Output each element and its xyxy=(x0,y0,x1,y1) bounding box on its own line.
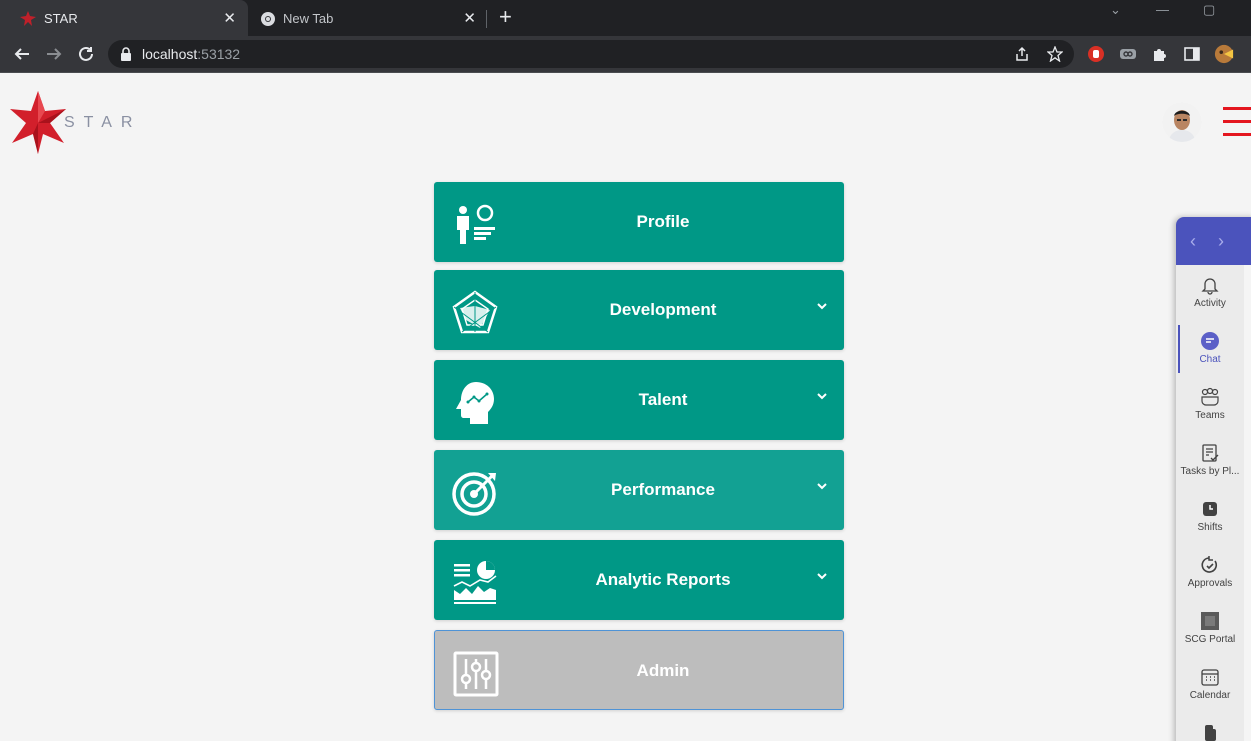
teams-item-teams[interactable]: Teams xyxy=(1176,387,1244,439)
reload-button[interactable] xyxy=(76,44,96,64)
tab-star[interactable]: STAR ✕ xyxy=(0,0,248,36)
browser-profile-avatar-icon xyxy=(1214,44,1234,64)
url-text: localhost:53132 xyxy=(142,46,240,62)
share-icon[interactable] xyxy=(1014,46,1030,62)
bookmark-star-icon[interactable] xyxy=(1047,46,1063,62)
extensions-button[interactable] xyxy=(1150,44,1170,64)
teams-item-chat[interactable]: Chat xyxy=(1176,331,1244,383)
menu-item-label: Development xyxy=(609,300,717,319)
chevron-down-icon xyxy=(817,573,827,580)
menu-item-profile[interactable]: Profile xyxy=(434,182,844,262)
teams-icon xyxy=(1201,387,1219,406)
menu-item-label: Profile xyxy=(636,212,690,231)
approvals-icon xyxy=(1201,556,1218,573)
teams-item-label: Teams xyxy=(1195,410,1225,421)
arrow-left-icon xyxy=(14,48,29,60)
teams-item-label: Approvals xyxy=(1187,578,1233,589)
hamburger-line xyxy=(1223,120,1251,123)
lock-icon xyxy=(121,47,131,61)
teams-item-label: Calendar xyxy=(1189,690,1231,701)
teams-item-label: Tasks by Pl... xyxy=(1180,466,1240,477)
files-icon xyxy=(1205,725,1216,741)
teams-panel-edge xyxy=(1244,265,1251,741)
forward-button[interactable] xyxy=(44,44,64,64)
reload-icon xyxy=(79,46,93,61)
teams-item-scg-portal[interactable]: SCG Portal xyxy=(1176,611,1244,663)
menu-item-label: Talent xyxy=(638,390,688,409)
browser-tab-strip: STAR ✕ New Tab ✕ + ⌄ — ▢ xyxy=(0,0,1251,36)
teams-side-panel: ‹ › Activity Chat Teams Tasks by Pl... S… xyxy=(1176,217,1251,741)
puzzle-icon xyxy=(1154,49,1166,61)
clock-icon xyxy=(1203,502,1217,516)
extension-link-button[interactable] xyxy=(1118,44,1138,64)
chevron-left-icon[interactable]: ‹ xyxy=(1190,231,1196,252)
teams-panel-header: ‹ › xyxy=(1176,217,1251,265)
chevron-right-icon[interactable]: › xyxy=(1218,231,1224,252)
minimize-icon[interactable]: — xyxy=(1156,2,1169,17)
menu-item-label: Analytic Reports xyxy=(595,570,731,589)
hamburger-line xyxy=(1223,133,1251,136)
toolbar-divider xyxy=(0,72,1251,73)
browser-toolbar: localhost:53132 xyxy=(0,36,1251,72)
link-icon xyxy=(1120,49,1136,59)
new-tab-button[interactable]: + xyxy=(499,6,512,28)
user-photo xyxy=(1162,102,1202,142)
menu-item-talent[interactable]: Talent xyxy=(434,360,844,440)
menu-item-label: Performance xyxy=(611,480,715,499)
hamburger-menu-button[interactable] xyxy=(1223,105,1251,137)
side-panel-icon xyxy=(1184,47,1200,61)
address-bar[interactable]: localhost:53132 xyxy=(108,40,1074,68)
bell-icon xyxy=(1201,278,1219,295)
user-avatar[interactable] xyxy=(1162,102,1202,142)
maximize-icon[interactable]: ▢ xyxy=(1203,2,1215,18)
profile-button[interactable] xyxy=(1214,44,1234,64)
teams-item-label: SCG Portal xyxy=(1184,634,1236,645)
side-panel-button[interactable] xyxy=(1182,44,1202,64)
menu-item-analytic-reports[interactable]: Analytic Reports xyxy=(434,540,844,620)
tab-search-icon[interactable]: ⌄ xyxy=(1110,2,1121,18)
extension-stop-button[interactable] xyxy=(1086,44,1106,64)
hamburger-line xyxy=(1223,107,1251,110)
teams-item-shifts[interactable]: Shifts xyxy=(1176,499,1244,551)
logo-text: STAR xyxy=(64,114,142,131)
url-port: :53132 xyxy=(197,46,241,62)
url-host: localhost xyxy=(142,46,198,62)
chrome-favicon-icon xyxy=(261,12,275,26)
portal-icon xyxy=(1201,612,1219,630)
hand-stop-icon xyxy=(1088,46,1104,62)
chevron-down-icon xyxy=(817,393,827,400)
menu-item-performance[interactable]: Performance xyxy=(434,450,844,530)
menu-item-development[interactable]: Development xyxy=(434,270,844,350)
calendar-icon xyxy=(1201,669,1219,686)
chat-icon xyxy=(1201,332,1219,350)
teams-item-label: Shifts xyxy=(1197,522,1223,533)
tab-title: STAR xyxy=(44,11,78,26)
arrow-right-icon xyxy=(47,48,62,60)
tab-new-tab[interactable]: New Tab ✕ xyxy=(248,0,488,36)
teams-item-label: Activity xyxy=(1194,298,1226,309)
menu-item-admin[interactable]: Admin xyxy=(434,630,844,710)
teams-item-calendar[interactable]: Calendar xyxy=(1176,667,1244,719)
close-icon[interactable]: ✕ xyxy=(223,9,236,27)
teams-item-tasks[interactable]: Tasks by Pl... xyxy=(1176,443,1244,495)
chevron-down-icon xyxy=(817,483,827,490)
teams-item-activity[interactable]: Activity xyxy=(1176,275,1244,327)
tab-divider xyxy=(486,10,487,28)
star-favicon-icon xyxy=(20,11,36,26)
tab-title: New Tab xyxy=(283,11,334,26)
teams-item-approvals[interactable]: Approvals xyxy=(1176,555,1244,607)
teams-item-files[interactable] xyxy=(1176,723,1244,741)
back-button[interactable] xyxy=(12,44,32,64)
tasks-icon xyxy=(1202,444,1219,462)
chevron-down-icon xyxy=(817,303,827,310)
teams-item-label: Chat xyxy=(1199,354,1221,365)
menu-item-label: Admin xyxy=(636,661,690,680)
close-icon[interactable]: ✕ xyxy=(463,9,476,27)
